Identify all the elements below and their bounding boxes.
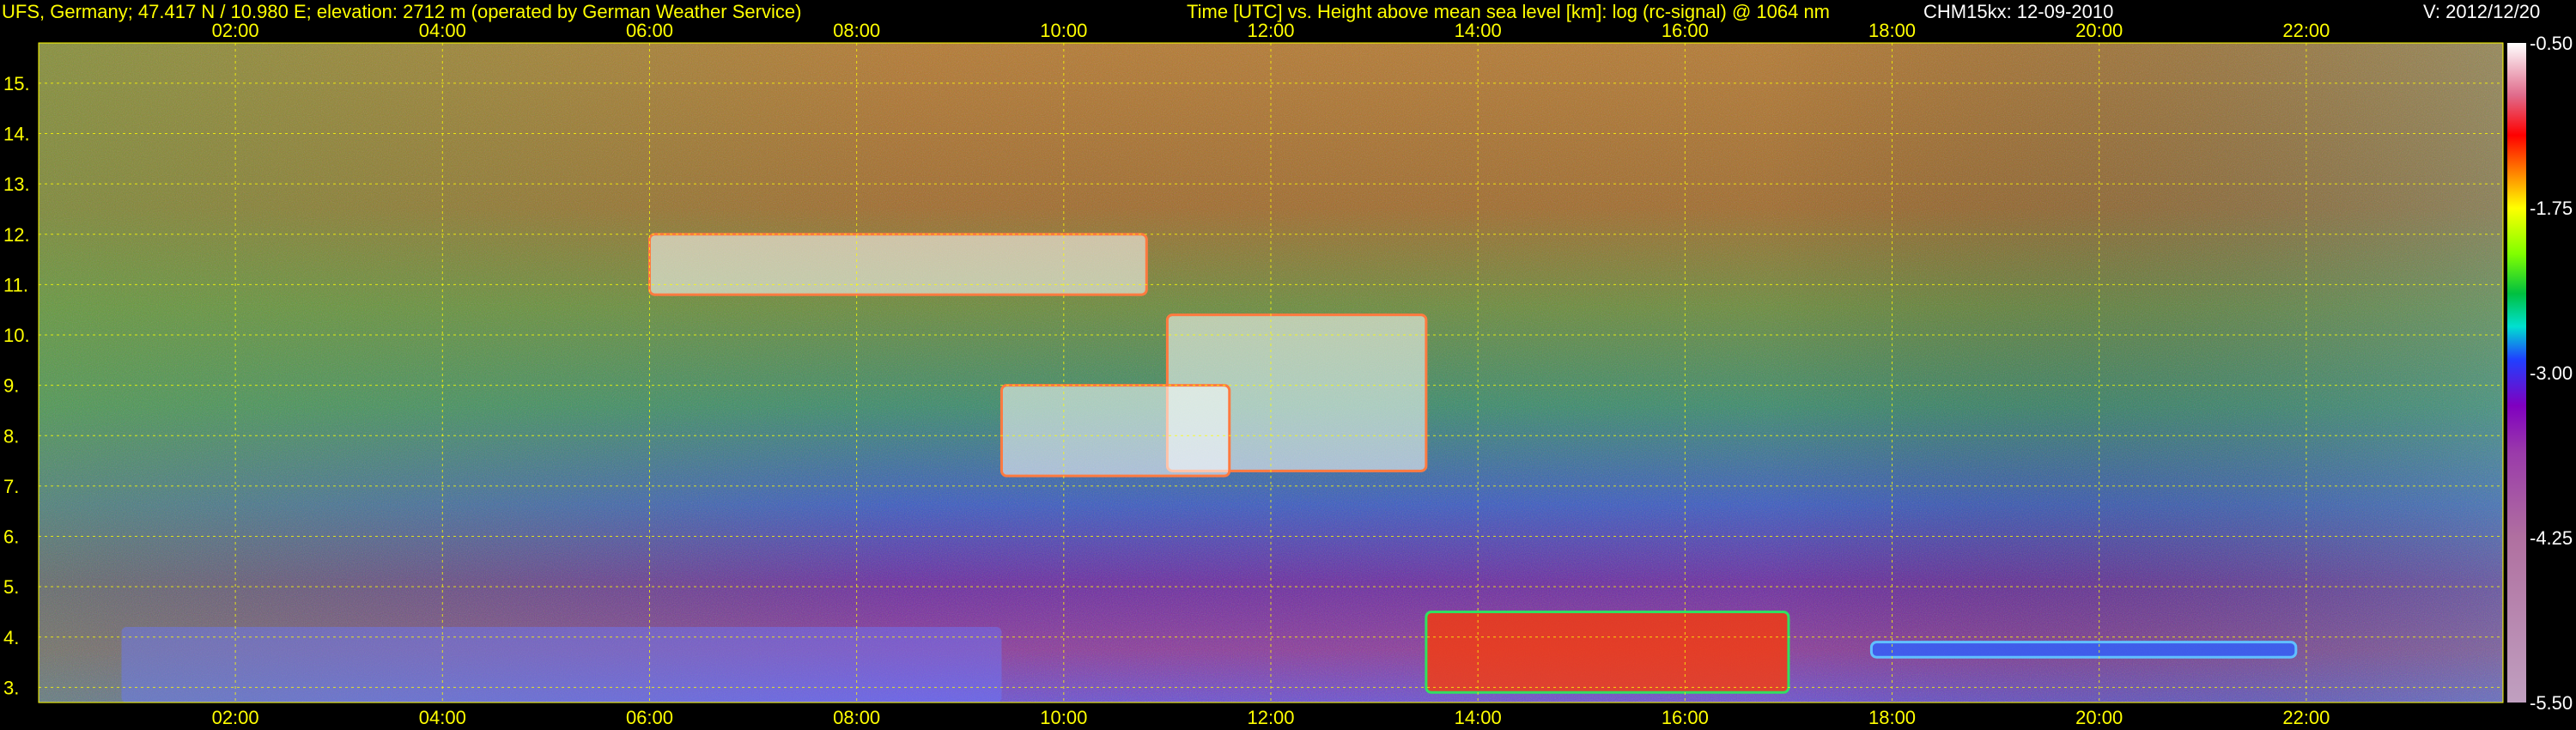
y-tick-label: 12. xyxy=(3,224,30,246)
x-tick-bottom-label: 10:00 xyxy=(1040,707,1087,728)
x-tick-bottom-label: 06:00 xyxy=(626,707,673,728)
x-tick-bottom-label: 08:00 xyxy=(833,707,880,728)
feature-aerosol-layer-4 xyxy=(1869,641,2298,659)
x-tick-bottom-label: 02:00 xyxy=(212,707,259,728)
x-tick-bottom-label: 04:00 xyxy=(419,707,466,728)
colorbar-tick-label: -3.00 xyxy=(2530,362,2573,384)
colorbar-scale xyxy=(2507,43,2526,703)
x-tick-bottom-label: 22:00 xyxy=(2282,707,2330,728)
feature-high-signal-ground-5 xyxy=(121,627,1002,703)
y-tick-label: 4. xyxy=(3,627,19,648)
x-tick-top-label: 16:00 xyxy=(1662,20,1709,41)
x-tick-top-label: 18:00 xyxy=(1868,20,1916,41)
x-tick-bottom-label: 12:00 xyxy=(1247,707,1294,728)
x-tick-top-label: 12:00 xyxy=(1247,20,1294,41)
y-tick-label: 8. xyxy=(3,425,19,447)
y-tick-label: 15. xyxy=(3,73,30,94)
y-tick-label: 9. xyxy=(3,375,19,397)
x-tick-bottom-label: 16:00 xyxy=(1662,707,1709,728)
y-tick-label: 6. xyxy=(3,526,19,548)
x-tick-top-label: 22:00 xyxy=(2282,20,2330,41)
y-axis: 3. 4. 5. 6. 7. 8. 9. 10. 11. 12. 13. 14. 15. xyxy=(3,73,30,699)
y-tick-label: 14. xyxy=(3,124,30,145)
x-tick-top-label: 02:00 xyxy=(212,20,259,41)
y-tick-label: 5. xyxy=(3,576,19,598)
feature-cirrus-2 xyxy=(999,384,1231,478)
lidar-backscatter-plot: 02:00 04:00 06:00 08:00 10:00 12:00 14:00 16:00… xyxy=(3,20,2573,728)
colorbar-tick-label: -0.50 xyxy=(2530,33,2573,54)
x-tick-bottom-label: 18:00 xyxy=(1868,707,1916,728)
y-tick-label: 3. xyxy=(3,677,19,698)
x-tick-top-label: 20:00 xyxy=(2075,20,2123,41)
y-tick-label: 7. xyxy=(3,476,19,497)
colorbar-tick-label: -5.50 xyxy=(2530,692,2573,714)
x-axis-top: 02:00 04:00 06:00 08:00 10:00 12:00 14:00 16:00… xyxy=(212,20,2330,41)
colorbar: -0.50 -1.75 -3.00 -4.25 -5.50 xyxy=(2507,33,2573,714)
x-tick-top-label: 06:00 xyxy=(626,20,673,41)
colorbar-tick-label: -1.75 xyxy=(2530,198,2573,219)
colorbar-tick-label: -4.25 xyxy=(2530,527,2573,549)
x-axis-bottom: 02:00 04:00 06:00 08:00 10:00 12:00 14:00 16:00… xyxy=(212,707,2330,728)
x-tick-top-label: 10:00 xyxy=(1040,20,1087,41)
x-tick-top-label: 04:00 xyxy=(419,20,466,41)
x-tick-top-label: 08:00 xyxy=(833,20,880,41)
x-tick-top-label: 14:00 xyxy=(1455,20,1502,41)
x-tick-bottom-label: 14:00 xyxy=(1455,707,1502,728)
y-tick-label: 13. xyxy=(3,173,30,195)
feature-boundary-layer-3 xyxy=(1425,610,1790,694)
feature-cirrus-1 xyxy=(647,233,1148,296)
x-tick-bottom-label: 20:00 xyxy=(2075,707,2123,728)
y-tick-label: 11. xyxy=(3,274,28,295)
y-tick-label: 10. xyxy=(3,325,30,346)
plot-area xyxy=(38,42,2504,703)
colorbar-labels: -0.50 -1.75 -3.00 -4.25 -5.50 xyxy=(2530,33,2573,714)
